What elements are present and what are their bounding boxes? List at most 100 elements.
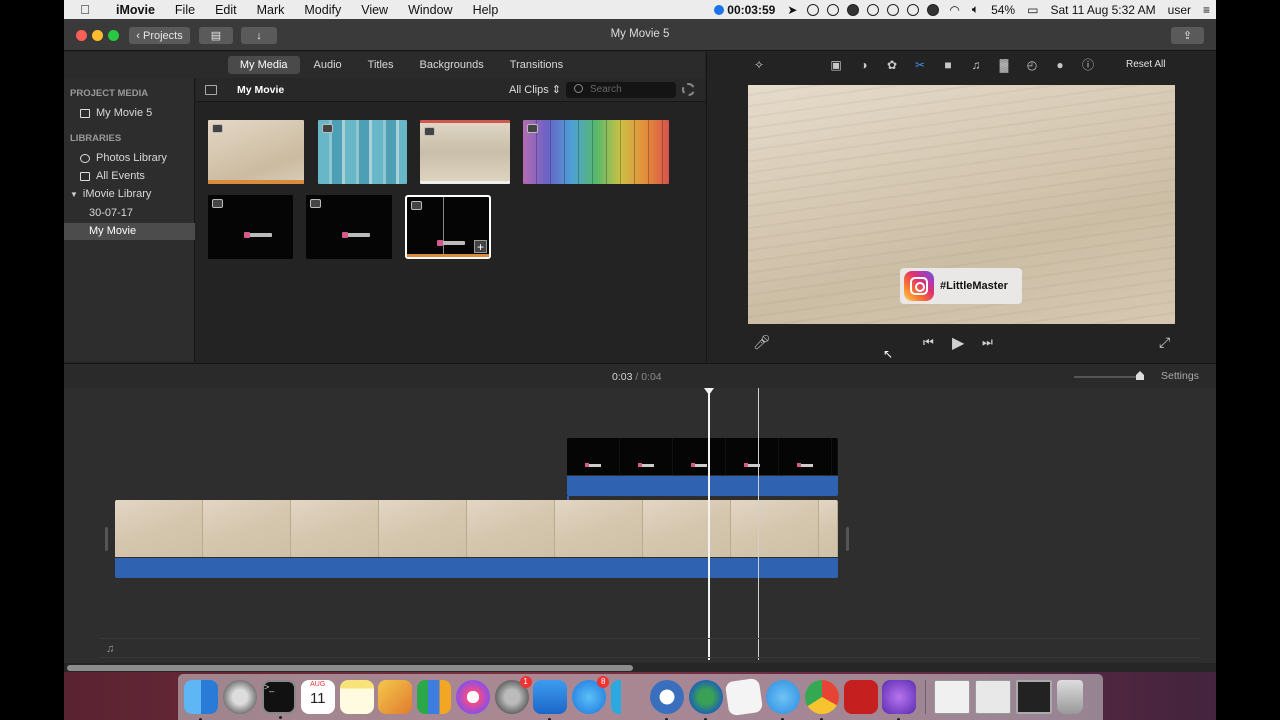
location-icon[interactable]: ➤ — [781, 3, 803, 17]
tab-titles[interactable]: Titles — [356, 56, 406, 74]
clip-thumbnail-black-1[interactable] — [208, 195, 293, 259]
itunes-icon[interactable] — [455, 680, 490, 714]
scrollbar-thumb[interactable] — [67, 665, 633, 671]
sidebar-item-event-30-07-17[interactable]: 30-07-17 — [64, 205, 195, 222]
music-lane[interactable]: ♫ — [100, 638, 1200, 658]
palette-icon[interactable]: ✿ — [885, 59, 899, 72]
clip-thumbnail-cracked-wall[interactable] — [420, 120, 510, 184]
add-to-movie-icon[interactable]: + — [474, 240, 487, 253]
battery-icon[interactable]: ▭ — [1021, 3, 1044, 17]
sidebar-toggle-icon[interactable] — [205, 85, 217, 95]
document-stack-icon[interactable] — [934, 680, 971, 714]
playhead[interactable] — [705, 388, 713, 660]
crop-icon[interactable]: ✂ — [913, 59, 927, 72]
clip-thumbnail-rainbow-planks[interactable] — [523, 120, 669, 184]
sidebar-item-my-movie[interactable]: My Movie — [64, 223, 195, 240]
clip-thumbnail-blue-planks[interactable] — [318, 120, 407, 184]
color-balance-icon[interactable]: ▣ — [829, 59, 843, 72]
imovie-icon[interactable] — [882, 680, 917, 720]
creative-cloud-icon[interactable] — [807, 3, 820, 16]
microphone-icon[interactable]: 🎤︎ — [753, 334, 771, 351]
sidebar-item-photos-library[interactable]: Photos Library — [64, 150, 195, 167]
siri-icon[interactable] — [927, 3, 940, 16]
sidebar-item-imovie-library[interactable]: ▼ iMovie Library — [64, 186, 195, 203]
safari-icon[interactable] — [688, 680, 723, 720]
menu-mark[interactable]: Mark — [247, 3, 295, 17]
wifi-icon[interactable]: ◠ — [943, 3, 965, 17]
menu-modify[interactable]: Modify — [294, 3, 351, 17]
clip-thumbnail-wood[interactable] — [208, 120, 304, 184]
pages-icon[interactable] — [378, 680, 413, 714]
screenshot-stack-icon[interactable] — [975, 680, 1012, 714]
color-correction-icon[interactable]: ◑ — [857, 59, 871, 72]
speed-icon[interactable]: ◴ — [1025, 59, 1039, 72]
menu-view[interactable]: View — [351, 3, 398, 17]
system-preferences-icon[interactable]: 1 — [494, 676, 532, 714]
keynote-icon[interactable] — [533, 680, 568, 720]
right-trim-handle[interactable] — [846, 527, 849, 551]
acrobat-icon[interactable] — [843, 680, 878, 714]
search-status-icon[interactable] — [907, 3, 920, 16]
l-app-icon[interactable] — [610, 680, 645, 714]
timeline[interactable]: ♫ — [64, 388, 1216, 672]
terminal-icon[interactable]: >_ — [261, 680, 296, 719]
horizontal-scrollbar[interactable] — [64, 663, 1216, 672]
tab-backgrounds[interactable]: Backgrounds — [408, 56, 496, 74]
sidebar-item-project[interactable]: My Movie 5 — [64, 105, 195, 122]
stabilization-icon[interactable]: ■ — [941, 59, 955, 72]
magic-wand-icon[interactable]: ✧ — [752, 59, 766, 72]
screenshot-icon[interactable] — [887, 3, 900, 16]
user-name[interactable]: user — [1162, 3, 1197, 17]
textedit-icon[interactable] — [725, 677, 764, 717]
volume-icon[interactable]: 🔈︎ — [966, 2, 985, 17]
volume-adjust-icon[interactable]: ♫ — [969, 59, 983, 72]
chrome-icon[interactable] — [804, 680, 839, 720]
menu-file[interactable]: File — [165, 3, 205, 17]
quicktime-icon[interactable] — [649, 680, 684, 720]
timeline-settings-button[interactable]: Settings — [1161, 370, 1199, 382]
tab-my-media[interactable]: My Media — [227, 56, 300, 74]
skip-forward-icon[interactable]: ⏭︎ — [982, 335, 993, 350]
overlay-clip[interactable] — [567, 438, 838, 496]
datetime[interactable]: Sat 11 Aug 5:32 AM — [1044, 3, 1161, 17]
sync-icon[interactable] — [827, 3, 840, 16]
skip-back-icon[interactable]: ⏮︎ — [923, 335, 934, 350]
video-preview[interactable]: #LittleMaster — [748, 85, 1175, 324]
dropbox-icon[interactable] — [867, 3, 880, 16]
numbers-icon[interactable] — [417, 680, 452, 714]
calendar-icon[interactable]: AUG 11 — [300, 680, 335, 714]
noise-eq-icon[interactable]: ▓ — [997, 59, 1011, 72]
menu-list-icon[interactable]: ≡ — [1197, 3, 1216, 17]
clip-thumbnail-black-2[interactable] — [306, 195, 392, 259]
window-thumbnail-icon[interactable] — [1015, 680, 1052, 714]
facetime-icon[interactable] — [766, 680, 801, 720]
launchpad-icon[interactable] — [223, 680, 258, 714]
finder-icon[interactable] — [184, 680, 219, 720]
app-menu[interactable]: iMovie — [106, 3, 165, 17]
disclosure-triangle-icon[interactable]: ▼ — [70, 186, 78, 203]
clip-filter-select[interactable]: All Clips ⇕ — [509, 83, 561, 96]
play-icon[interactable]: ▶ — [952, 333, 964, 353]
tab-audio[interactable]: Audio — [302, 56, 354, 74]
apple-icon[interactable]:  — [64, 2, 106, 17]
sidebar-item-all-events[interactable]: All Events — [64, 168, 195, 185]
menu-help[interactable]: Help — [463, 3, 509, 17]
notes-icon[interactable] — [339, 680, 374, 714]
menu-window[interactable]: Window — [398, 3, 462, 17]
zoom-slider[interactable] — [1074, 376, 1142, 378]
menu-edit[interactable]: Edit — [205, 3, 247, 17]
trash-icon[interactable] — [1056, 680, 1083, 714]
reset-all-button[interactable]: Reset All — [1126, 59, 1165, 70]
clip-thumbnail-black-selected[interactable]: + — [405, 195, 491, 259]
main-clip[interactable] — [115, 500, 838, 578]
tab-transitions[interactable]: Transitions — [498, 56, 575, 74]
recording-indicator[interactable]: 00:03:59 — [708, 3, 781, 17]
fullscreen-icon[interactable]: ⤢ — [1159, 334, 1170, 351]
app-store-icon[interactable]: 8 — [572, 676, 610, 714]
shield-icon[interactable] — [847, 3, 860, 16]
search-input[interactable]: Search — [566, 82, 676, 98]
share-button[interactable]: ⇪ — [1171, 27, 1204, 44]
info-icon[interactable]: ⓘ — [1081, 59, 1095, 72]
battery-percent[interactable]: 54% — [985, 3, 1021, 17]
left-trim-handle[interactable] — [105, 527, 108, 551]
